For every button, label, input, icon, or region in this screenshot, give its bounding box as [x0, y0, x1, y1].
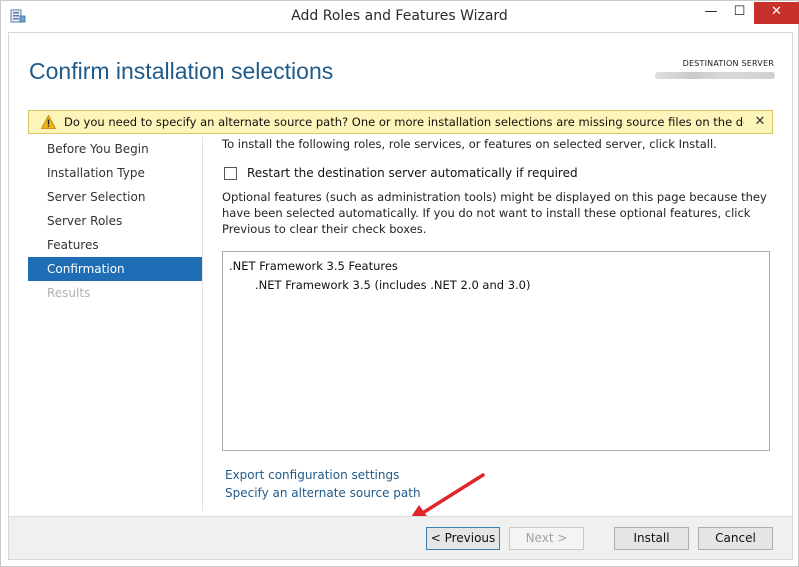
window-title: Add Roles and Features Wizard [291, 8, 508, 24]
install-button[interactable]: Install [614, 527, 689, 550]
warning-icon [41, 115, 56, 129]
alternate-source-path-link[interactable]: Specify an alternate source path [225, 486, 421, 500]
cancel-button[interactable]: Cancel [698, 527, 773, 550]
previous-button[interactable]: < Previous [426, 527, 500, 550]
nav-item-confirmation[interactable]: Confirmation [28, 257, 202, 281]
wizard-footer: < Previous Next > Install Cancel [9, 517, 792, 559]
restart-label[interactable]: Restart the destination server automatic… [247, 166, 578, 180]
export-configuration-link[interactable]: Export configuration settings [225, 468, 399, 482]
list-item: .NET Framework 3.5 Features [229, 259, 398, 273]
redacted-server-name [655, 72, 775, 79]
title-bar[interactable]: Add Roles and Features Wizard — ☐ ✕ [1, 1, 799, 32]
nav-item-server-selection[interactable]: Server Selection [28, 185, 202, 209]
nav-item-server-roles[interactable]: Server Roles [28, 209, 202, 233]
warning-banner: Do you need to specify an alternate sour… [28, 110, 773, 134]
warning-close-button[interactable]: ✕ [751, 113, 769, 131]
minimize-button[interactable]: — [697, 2, 725, 24]
wizard-client-area: Confirm installation selections DESTINAT… [8, 32, 793, 560]
destination-server-value [649, 72, 775, 80]
maximize-button[interactable]: ☐ [726, 2, 753, 24]
restart-checkbox[interactable] [224, 167, 237, 180]
nav-divider [202, 137, 203, 511]
wizard-window: Add Roles and Features Wizard — ☐ ✕ Conf… [0, 0, 799, 567]
warning-text: Do you need to specify an alternate sour… [64, 115, 744, 129]
optional-features-text: Optional features (such as administratio… [222, 190, 767, 236]
close-button[interactable]: ✕ [754, 2, 799, 24]
next-button: Next > [509, 527, 584, 550]
page-title: Confirm installation selections [29, 58, 334, 84]
nav-item-installation-type[interactable]: Installation Type [28, 161, 202, 185]
nav-item-before-you-begin[interactable]: Before You Begin [28, 137, 202, 161]
wizard-nav: Before You Begin Installation Type Serve… [28, 137, 202, 305]
list-item: .NET Framework 3.5 (includes .NET 2.0 an… [255, 278, 531, 292]
destination-server-label: DESTINATION SERVER [682, 59, 774, 68]
nav-item-results: Results [47, 286, 91, 300]
nav-item-features[interactable]: Features [28, 233, 202, 257]
intro-text: To install the following roles, role ser… [222, 137, 717, 151]
selections-list[interactable]: .NET Framework 3.5 Features .NET Framewo… [222, 251, 770, 451]
